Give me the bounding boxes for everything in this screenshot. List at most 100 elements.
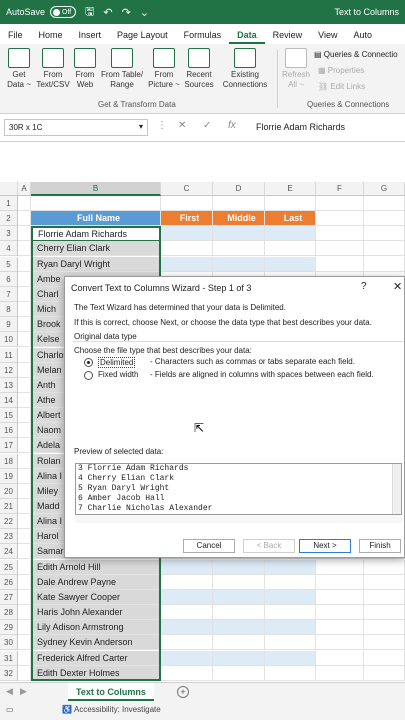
edit-links-button[interactable]: ⛓ Edit Links xyxy=(318,82,365,91)
row-header[interactable]: 5 xyxy=(0,256,18,272)
next-button[interactable]: Next > xyxy=(299,539,351,553)
cell-a6[interactable] xyxy=(18,271,31,287)
cell-g3[interactable] xyxy=(364,226,405,242)
row-header[interactable]: 28 xyxy=(0,605,18,621)
cell-f4[interactable] xyxy=(316,241,364,257)
cell-f28[interactable] xyxy=(316,605,364,621)
cell-e32[interactable] xyxy=(265,665,316,681)
customize-toolbar-icon[interactable]: ⌄ xyxy=(140,6,149,19)
tab-page-layout[interactable]: Page Layout xyxy=(109,30,176,44)
column-header-b[interactable]: B xyxy=(31,182,161,196)
cell-a7[interactable] xyxy=(18,286,31,302)
cell-a28[interactable] xyxy=(18,605,31,621)
row-header[interactable]: 2 xyxy=(0,211,18,227)
cell-a16[interactable] xyxy=(18,423,31,439)
cell-a9[interactable] xyxy=(18,317,31,333)
cell-a30[interactable] xyxy=(18,635,31,651)
chevron-down-icon[interactable]: ▾ xyxy=(139,122,143,131)
row-header[interactable]: 20 xyxy=(0,483,18,499)
column-header-d[interactable]: D xyxy=(213,182,265,196)
sheet-tab-text-to-columns[interactable]: Text to Columns xyxy=(68,683,154,701)
cell-g32[interactable] xyxy=(364,665,405,681)
cell-a26[interactable] xyxy=(18,574,31,590)
close-icon[interactable]: ✕ xyxy=(393,280,402,293)
cell-d28[interactable] xyxy=(213,605,265,621)
cell-e28[interactable] xyxy=(265,605,316,621)
from-text-csv-button[interactable]: From Text/CSV xyxy=(35,48,71,90)
cell-a21[interactable] xyxy=(18,499,31,514)
cell-a5[interactable] xyxy=(18,256,31,272)
more-options-icon[interactable]: ⋮ xyxy=(157,120,167,131)
cell-a19[interactable] xyxy=(18,468,31,484)
cell-c25[interactable] xyxy=(161,559,213,575)
tab-automate[interactable]: Auto xyxy=(346,30,381,44)
row-header[interactable]: 11 xyxy=(0,347,18,363)
cell-a20[interactable] xyxy=(18,483,31,499)
cell-f27[interactable] xyxy=(316,589,364,605)
cell-a22[interactable] xyxy=(18,514,31,530)
column-header-e[interactable]: E xyxy=(265,182,316,196)
row-header[interactable]: 25 xyxy=(0,559,18,575)
cell-f26[interactable] xyxy=(316,574,364,590)
fixed-width-label[interactable]: Fixed width xyxy=(98,370,138,379)
tab-view[interactable]: View xyxy=(310,30,345,44)
cell-a1[interactable] xyxy=(18,196,31,211)
cell-e2[interactable]: Last xyxy=(265,211,316,227)
row-header[interactable]: 29 xyxy=(0,620,18,636)
cell-a15[interactable] xyxy=(18,408,31,424)
data-preview[interactable]: 3 Florrie Adam Richards 4 Cherry Elian Cl… xyxy=(75,463,402,515)
from-picture-button[interactable]: From Picture ~ xyxy=(146,48,182,90)
from-web-button[interactable]: From Web xyxy=(72,48,98,90)
cell-a11[interactable] xyxy=(18,347,31,363)
row-header[interactable]: 21 xyxy=(0,499,18,514)
cell-d3[interactable] xyxy=(213,226,265,242)
cell-c30[interactable] xyxy=(161,635,213,651)
cell-d26[interactable] xyxy=(213,574,265,590)
preview-vertical-scrollbar[interactable] xyxy=(392,464,401,514)
row-header[interactable]: 13 xyxy=(0,377,18,393)
row-header[interactable]: 22 xyxy=(0,514,18,530)
add-sheet-button[interactable]: + xyxy=(177,686,189,698)
finish-button[interactable]: Finish xyxy=(359,539,401,553)
cell-f31[interactable] xyxy=(316,650,364,666)
cell-g5[interactable] xyxy=(364,256,405,272)
cell-e5[interactable] xyxy=(265,256,316,272)
row-header[interactable]: 6 xyxy=(0,271,18,287)
from-table-range-button[interactable]: From Table/ Range xyxy=(99,48,145,90)
cell-f3[interactable] xyxy=(316,226,364,242)
cell-f2[interactable] xyxy=(316,211,364,227)
existing-connections-button[interactable]: Existing Connections xyxy=(219,48,271,90)
refresh-all-button[interactable]: Refresh All ~ xyxy=(281,48,311,90)
cell-d25[interactable] xyxy=(213,559,265,575)
row-header[interactable]: 9 xyxy=(0,317,18,333)
cell-b29[interactable]: Lily Adison Armstrong xyxy=(31,620,161,636)
cell-d27[interactable] xyxy=(213,589,265,605)
save-icon[interactable]: 🖫 xyxy=(85,3,94,22)
cell-a17[interactable] xyxy=(18,438,31,454)
column-header-a[interactable]: A xyxy=(18,182,31,196)
cell-c1[interactable] xyxy=(161,196,213,211)
row-header[interactable]: 31 xyxy=(0,650,18,666)
cell-f30[interactable] xyxy=(316,635,364,651)
row-header[interactable]: 32 xyxy=(0,665,18,681)
prev-sheet-icon[interactable]: ◀ xyxy=(6,686,13,697)
cell-g30[interactable] xyxy=(364,635,405,651)
row-header[interactable]: 18 xyxy=(0,453,18,469)
row-header[interactable]: 24 xyxy=(0,544,18,560)
tab-home[interactable]: Home xyxy=(31,30,71,44)
cell-a24[interactable] xyxy=(18,544,31,560)
cell-b3[interactable]: Florrie Adam Richards xyxy=(31,226,161,242)
preview-horizontal-scrollbar[interactable] xyxy=(75,515,402,523)
row-header[interactable]: 1 xyxy=(0,196,18,211)
cell-a13[interactable] xyxy=(18,377,31,393)
name-box[interactable]: 30R x 1C ▾ xyxy=(4,119,148,136)
cell-f32[interactable] xyxy=(316,665,364,681)
cell-d2[interactable]: Middle xyxy=(213,211,265,227)
tab-file[interactable]: File xyxy=(0,30,31,44)
queries-connections-button[interactable]: ▤ Queries & Connectio xyxy=(314,50,398,59)
cell-b32[interactable]: Edith Dexter Holmes xyxy=(31,665,161,681)
cell-c32[interactable] xyxy=(161,665,213,681)
undo-icon[interactable]: ↶ xyxy=(103,6,112,19)
cell-c5[interactable] xyxy=(161,256,213,272)
insert-function-icon[interactable]: fx xyxy=(228,120,236,131)
